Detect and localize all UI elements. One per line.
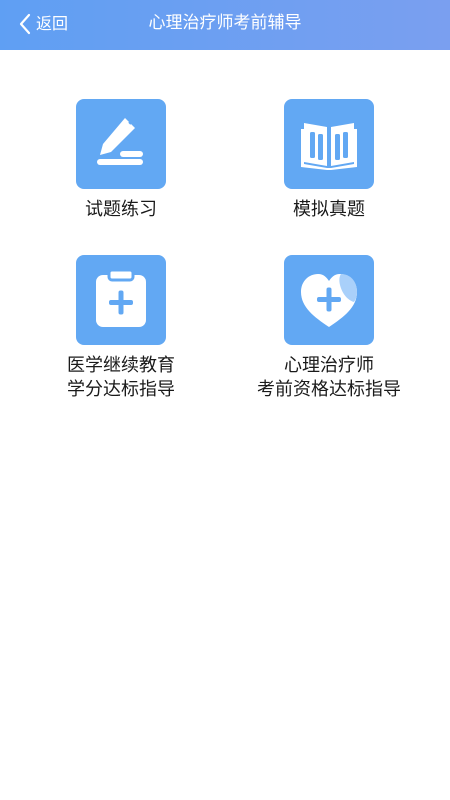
back-button[interactable]: 返回 bbox=[18, 11, 68, 37]
heart-plus-icon bbox=[284, 255, 374, 345]
grid-item-label: 试题练习 bbox=[85, 199, 157, 220]
grid-item-qualification-guidance[interactable]: 心理治疗师 考前资格达标指导 bbox=[219, 255, 439, 402]
chevron-left-icon bbox=[18, 12, 32, 36]
grid-item-mock-exam[interactable]: 模拟真题 bbox=[219, 99, 439, 222]
grid-item-label: 模拟真题 bbox=[293, 199, 365, 220]
back-label: 返回 bbox=[36, 14, 69, 33]
open-book-icon bbox=[284, 99, 374, 189]
grid-item-practice[interactable]: 试题练习 bbox=[11, 99, 231, 222]
grid-item-label: 医学继续教育 学分达标指导 bbox=[67, 355, 175, 400]
clipboard-plus-icon bbox=[76, 255, 166, 345]
top-nav-bar: 心理治疗师考前辅导 返回 bbox=[0, 0, 450, 50]
pencil-write-icon bbox=[76, 99, 166, 189]
grid-item-cme-credits[interactable]: 医学继续教育 学分达标指导 bbox=[11, 255, 231, 402]
grid-item-label: 心理治疗师 考前资格达标指导 bbox=[257, 355, 401, 400]
